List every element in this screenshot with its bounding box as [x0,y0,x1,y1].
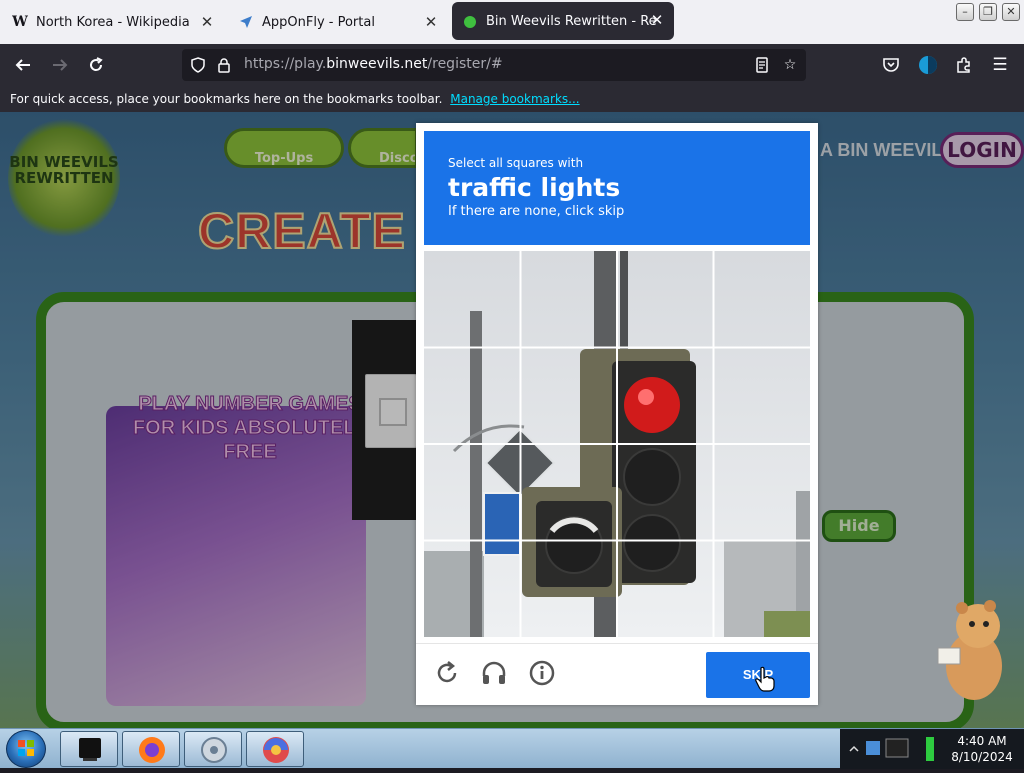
media-icon [201,737,227,763]
clock-time: 4:40 AM [957,734,1007,748]
captcha-target: traffic lights [448,173,621,202]
taskbar-app-media[interactable] [184,731,242,767]
traffic-light-image [424,251,810,637]
hand-cursor-icon [755,666,775,692]
star-icon[interactable]: ☆ [780,55,800,75]
monitor-icon [79,738,101,761]
menu-icon[interactable]: ☰ [987,53,1013,77]
address-bar[interactable]: https://play.binweevils.net/register/# ☆ [182,49,806,81]
system-tray [840,729,940,769]
close-icon[interactable]: ✕ [422,13,440,31]
captcha-image-grid [424,251,810,637]
url-prefix: https://play. [244,56,327,72]
lock-icon[interactable] [214,55,234,75]
tab-title: North Korea - Wikipedia [36,14,190,30]
close-icon[interactable]: ✕ [198,13,216,31]
tab-apponfly[interactable]: AppOnFly - Portal ✕ [228,4,448,40]
refresh-icon[interactable] [432,658,462,688]
bookmarks-toolbar: For quick access, place your bookmarks h… [0,86,1024,112]
tab-strip: W North Korea - Wikipedia ✕ AppOnFly - P… [0,0,1024,44]
tab-title: AppOnFly - Portal [262,14,375,30]
restore-icon[interactable]: ❐ [979,3,997,21]
bin-weevils-icon [462,13,478,29]
captcha-hint: If there are none, click skip [448,204,625,219]
start-button[interactable] [6,730,46,768]
captcha-instruction: Select all squares with [448,156,584,170]
forward-icon[interactable] [47,53,73,77]
account-icon[interactable] [915,53,941,77]
taskbar: 4:40 AM 8/10/2024 [0,728,1024,769]
tab-wikipedia[interactable]: W North Korea - Wikipedia ✕ [2,4,224,40]
firefox-icon [139,737,165,763]
clock-date: 8/10/2024 [951,750,1013,764]
tab-register[interactable]: Bin Weevils Rewritten - Register ✕ [452,2,674,40]
browser-swirl-icon [263,737,289,763]
url-text[interactable]: https://play.binweevils.net/register/# [244,56,503,72]
minimize-icon[interactable]: – [956,3,974,21]
close-window-icon[interactable]: ✕ [1002,3,1020,21]
taskbar-app-browser[interactable] [246,731,304,767]
reader-view-icon[interactable] [752,55,772,75]
url-path: /register/# [427,56,503,72]
taskbar-app-firefox[interactable] [122,731,180,767]
headphones-icon[interactable] [479,658,509,688]
clock[interactable]: 4:40 AM 8/10/2024 [940,729,1024,769]
info-icon[interactable] [527,658,557,688]
reload-icon[interactable] [83,53,109,77]
extensions-icon[interactable] [951,53,977,77]
send-icon [238,14,254,30]
bookmarks-message: For quick access, place your bookmarks h… [10,92,443,106]
manage-bookmarks-link[interactable]: Manage bookmarks... [450,92,579,106]
url-domain: binweevils.net [326,56,428,72]
pocket-icon[interactable] [878,53,904,77]
taskbar-app-terminal[interactable] [60,731,118,767]
tray-icons[interactable] [840,729,940,769]
shield-icon[interactable] [188,55,208,75]
captcha-header: Select all squares with traffic lights I… [424,131,810,245]
captcha-challenge: Select all squares with traffic lights I… [416,123,818,705]
nav-toolbar: https://play.binweevils.net/register/# ☆… [0,44,1024,86]
wikipedia-icon: W [12,14,28,30]
hamster-mascot-icon [937,600,1002,700]
close-icon[interactable]: ✕ [648,11,666,29]
tab-title: Bin Weevils Rewritten - Register [486,13,656,29]
windows-logo-icon [18,740,34,756]
back-icon[interactable] [10,53,36,77]
